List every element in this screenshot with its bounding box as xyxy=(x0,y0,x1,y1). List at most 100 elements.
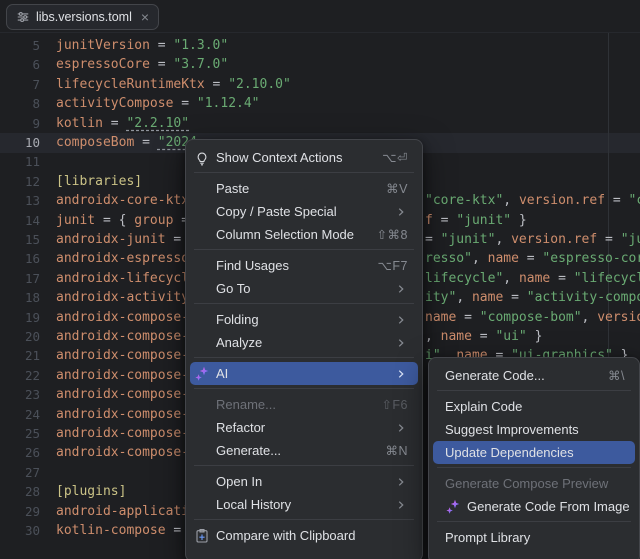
chevron-right-icon xyxy=(394,205,408,219)
code-line-right-fragment: lifecycle", name = "lifecycle-r xyxy=(425,269,640,288)
menu-separator xyxy=(194,172,414,173)
editor-tab-libs-versions-toml[interactable]: libs.versions.toml × xyxy=(6,4,159,30)
code-token: "2.10.0" xyxy=(228,77,291,92)
menu-item-explain-code[interactable]: Explain Code xyxy=(433,395,635,418)
menu-item-refactor[interactable]: Refactor xyxy=(190,416,418,439)
menu-item-analyze[interactable]: Analyze xyxy=(190,331,418,354)
code-line: espressoCore = "3.7.0" xyxy=(56,55,228,74)
code-token: "2.2.10" xyxy=(126,116,189,131)
lightbulb-icon xyxy=(194,150,210,166)
code-line: junitVersion = "1.3.0" xyxy=(56,36,228,55)
code-token: = { xyxy=(95,213,134,228)
menu-shortcut: ⌥F7 xyxy=(378,258,409,273)
menu-shortcut: ⇧F6 xyxy=(381,397,408,412)
menu-shortcut: ⌘\ xyxy=(608,368,625,383)
code-token: } xyxy=(527,329,543,344)
menu-shortcut: ⇧⌘8 xyxy=(377,227,408,242)
code-token: , xyxy=(472,251,488,266)
code-line-right-fragment: name = "compose-bom", version.r xyxy=(425,308,640,327)
code-token: espressoCore xyxy=(56,57,150,72)
code-token: androidx-compose-u xyxy=(56,407,197,422)
toml-file-icon xyxy=(16,10,30,24)
menu-item-update-dependencies[interactable]: Update Dependencies xyxy=(433,441,635,464)
menu-separator xyxy=(437,467,631,468)
tab-close-icon[interactable]: × xyxy=(141,10,149,24)
menu-item-show-context-actions[interactable]: Show Context Actions⌥⏎ xyxy=(190,146,418,169)
compare-clipboard-icon xyxy=(194,528,210,544)
code-token: name xyxy=(472,290,503,305)
menu-item-label: Open In xyxy=(216,474,262,489)
menu-item-label: Rename... xyxy=(216,397,276,412)
code-token: androidx-compose-u xyxy=(56,426,197,441)
code-line-right-fragment: , name = "ui" } xyxy=(425,327,542,346)
menu-item-compare-with-clipboard[interactable]: Compare with Clipboard xyxy=(190,524,418,547)
menu-item-generate-code-from-image[interactable]: Generate Code From Image xyxy=(433,495,635,518)
menu-shortcut: ⌘N xyxy=(385,443,408,458)
code-line: androidx-activity- xyxy=(56,288,197,307)
code-line: [libraries] xyxy=(56,172,142,191)
menu-item-open-in[interactable]: Open In xyxy=(190,470,418,493)
code-token: = xyxy=(103,116,126,131)
code-token: "junit" xyxy=(441,232,496,247)
code-line: composeBom = "2024 xyxy=(56,133,197,152)
menu-item-local-history[interactable]: Local History xyxy=(190,493,418,516)
code-line: androidx-compose-u xyxy=(56,424,197,443)
code-token: = xyxy=(205,77,228,92)
menu-item-go-to[interactable]: Go To xyxy=(190,277,418,300)
code-token: "ui" xyxy=(495,329,526,344)
code-line: kotlin-compose = { xyxy=(56,521,197,540)
code-line: androidx-junit = { xyxy=(56,230,197,249)
menu-item-label: Generate... xyxy=(216,443,281,458)
code-token: , xyxy=(495,232,511,247)
ide-window: libs.versions.toml × 5678910111213141516… xyxy=(0,0,640,559)
code-token: androidx-compose-m xyxy=(56,445,197,460)
code-token: androidx-lifecycle xyxy=(56,271,197,286)
code-token: , xyxy=(582,310,598,325)
code-token: junit xyxy=(56,213,95,228)
menu-item-prompt-library[interactable]: Prompt Library xyxy=(433,526,635,549)
code-token: = xyxy=(550,271,573,286)
code-token: = xyxy=(433,213,456,228)
menu-item-copy-paste-special[interactable]: Copy / Paste Special xyxy=(190,200,418,223)
menu-item-generate[interactable]: Generate... ⌘N xyxy=(190,439,418,462)
menu-item-generate-code[interactable]: Generate Code... ⌘\ xyxy=(433,364,635,387)
code-token: } xyxy=(511,213,527,228)
menu-separator xyxy=(194,465,414,466)
menu-item-label: Column Selection Mode xyxy=(216,227,354,242)
menu-separator xyxy=(437,390,631,391)
menu-separator xyxy=(194,303,414,304)
menu-item-label: Generate Code From Image xyxy=(467,499,630,514)
menu-item-column-selection-mode[interactable]: Column Selection Mode ⇧⌘8 xyxy=(190,223,418,246)
code-token: "espresso-core" xyxy=(542,251,640,266)
code-token: [libraries] xyxy=(56,174,142,189)
code-token: composeBom xyxy=(56,135,134,150)
menu-separator xyxy=(194,249,414,250)
menu-item-label: Generate Code... xyxy=(445,368,545,383)
code-token: androidx-activity- xyxy=(56,290,197,305)
menu-item-folding[interactable]: Folding xyxy=(190,308,418,331)
code-token: resso" xyxy=(425,251,472,266)
menu-item-paste[interactable]: Paste⌘V xyxy=(190,177,418,200)
code-line: androidx-compose-u xyxy=(56,327,197,346)
code-token: , xyxy=(503,271,519,286)
code-token: androidx-compose-u xyxy=(56,387,197,402)
menu-item-label: Generate Compose Preview xyxy=(445,476,608,491)
chevron-right-icon xyxy=(394,498,408,512)
menu-item-ai[interactable]: AI xyxy=(190,362,418,385)
menu-item-label: Analyze xyxy=(216,335,262,350)
code-line: androidx-compose-u xyxy=(56,366,197,385)
menu-item-suggest-improvements[interactable]: Suggest Improvements xyxy=(433,418,635,441)
code-token: "core-ktx" xyxy=(425,193,503,208)
code-token: version.ref xyxy=(519,193,605,208)
ai-sparkle-icon xyxy=(194,366,210,382)
menu-item-label: Update Dependencies xyxy=(445,445,574,460)
menu-item-generate-compose-preview: Generate Compose Preview xyxy=(433,472,635,495)
code-token: name xyxy=(488,251,519,266)
code-token: kotlin xyxy=(56,116,103,131)
menu-item-find-usages[interactable]: Find Usages⌥F7 xyxy=(190,254,418,277)
chevron-right-icon xyxy=(394,475,408,489)
code-token: "lifecycle-r xyxy=(574,271,640,286)
code-token: [plugins] xyxy=(56,484,126,499)
code-token: , xyxy=(503,193,519,208)
code-line: androidx-compose-u xyxy=(56,405,197,424)
